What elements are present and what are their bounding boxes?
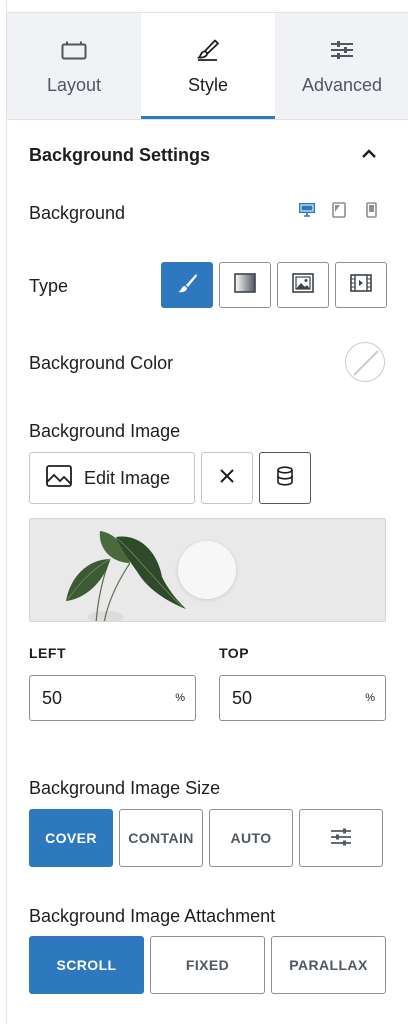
size-auto-button[interactable]: AUTO [209,809,293,867]
paint-brush-icon [175,271,199,300]
background-image-label: Background Image [29,421,181,441]
color-swatch[interactable] [345,342,385,382]
size-custom-button[interactable] [299,809,383,867]
video-icon [350,273,372,298]
sliders-icon [330,827,352,850]
image-controls: Edit Image [29,452,311,504]
type-video-button[interactable] [335,262,387,308]
image-preview[interactable] [29,518,386,622]
size-cover-button[interactable]: COVER [29,809,113,867]
type-image-button[interactable] [277,262,329,308]
tab-layout-label: Layout [46,75,102,95]
tab-advanced-label: Advanced [301,75,383,95]
settings-panel: Layout Style Advanced Background Setting… [6,0,408,1024]
left-unit: % [175,692,185,704]
divider [7,119,408,120]
attachment-selector: SCROLL FIXED PARALLAX [29,936,386,994]
type-selector [161,262,387,308]
mobile-icon[interactable] [361,200,381,220]
gradient-icon [234,272,256,298]
tab-style-label: Style [187,75,229,95]
size-contain-button[interactable]: CONTAIN [119,809,203,867]
desktop-icon[interactable] [297,200,317,220]
tab-bar: Layout Style Advanced [7,12,408,120]
tab-style[interactable]: Style [141,13,275,120]
sliders-icon [328,39,356,61]
type-gradient-button[interactable] [219,262,271,308]
attachment-parallax-button[interactable]: PARALLAX [271,936,386,994]
device-switcher [297,200,381,220]
tab-advanced[interactable]: Advanced [275,13,408,120]
background-color-label: Background Color [29,353,174,373]
edit-image-button[interactable]: Edit Image [29,452,195,504]
no-color-icon [353,350,379,376]
top-position-field: % [219,675,386,721]
chevron-up-icon[interactable] [359,144,379,164]
left-label: LEFT [29,645,66,661]
attachment-scroll-button[interactable]: SCROLL [29,936,144,994]
top-unit: % [365,692,375,704]
image-size-selector: COVER CONTAIN AUTO [29,809,383,867]
brush-icon [194,39,222,61]
focal-point-handle[interactable] [178,541,236,599]
left-position-input[interactable] [42,687,142,709]
background-label: Background [29,203,126,223]
layout-icon [60,39,88,61]
media-library-button[interactable] [259,452,311,504]
tablet-icon[interactable] [329,200,349,220]
type-classic-button[interactable] [161,262,213,308]
type-label: Type [29,276,69,296]
remove-image-button[interactable] [201,452,253,504]
image-size-label: Background Image Size [29,778,221,798]
edit-image-label: Edit Image [84,467,171,488]
image-icon [46,464,72,492]
database-icon [276,465,294,491]
left-position-field: % [29,675,196,721]
attachment-label: Background Image Attachment [29,906,276,926]
top-position-input[interactable] [232,687,332,709]
close-icon [219,468,235,489]
attachment-fixed-button[interactable]: FIXED [150,936,265,994]
tab-layout[interactable]: Layout [7,13,141,120]
top-label: TOP [219,645,250,661]
image-icon [292,272,314,298]
section-title: Background Settings [29,145,211,165]
